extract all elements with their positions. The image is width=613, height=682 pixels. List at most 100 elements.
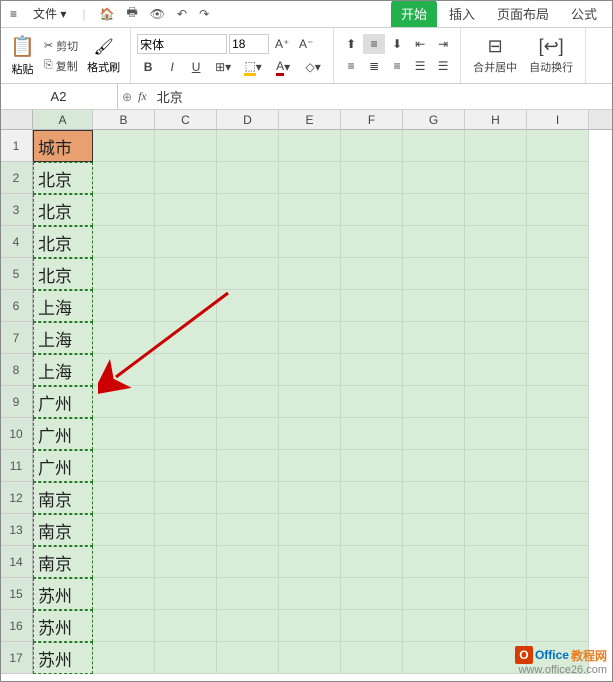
align-bottom-button[interactable]: ⬇ bbox=[386, 34, 408, 54]
name-box[interactable]: A2 bbox=[0, 84, 118, 109]
cell[interactable] bbox=[341, 418, 403, 450]
cell[interactable] bbox=[403, 386, 465, 418]
align-center-button[interactable]: ≣ bbox=[363, 56, 385, 76]
cell[interactable] bbox=[403, 546, 465, 578]
col-header-D[interactable]: D bbox=[217, 110, 279, 129]
cell[interactable] bbox=[279, 226, 341, 258]
font-size-select[interactable] bbox=[229, 34, 269, 54]
cell[interactable] bbox=[217, 386, 279, 418]
cell[interactable] bbox=[465, 258, 527, 290]
cell[interactable] bbox=[155, 354, 217, 386]
format-painter-button[interactable]: 🖌 格式刷 bbox=[83, 35, 124, 77]
row-header[interactable]: 8 bbox=[0, 354, 33, 386]
cell[interactable]: 上海 bbox=[33, 290, 93, 322]
tab-formula[interactable]: 公式 bbox=[561, 0, 607, 27]
cell[interactable] bbox=[217, 322, 279, 354]
cell[interactable] bbox=[341, 578, 403, 610]
cell[interactable] bbox=[341, 162, 403, 194]
cell[interactable] bbox=[403, 226, 465, 258]
cell[interactable] bbox=[279, 642, 341, 674]
cell[interactable] bbox=[341, 546, 403, 578]
cell[interactable] bbox=[527, 258, 589, 290]
cell[interactable] bbox=[465, 322, 527, 354]
cell[interactable] bbox=[465, 546, 527, 578]
cell[interactable] bbox=[527, 450, 589, 482]
cell[interactable] bbox=[465, 450, 527, 482]
fill-color-button[interactable]: ⬚▾ bbox=[239, 57, 267, 77]
cell[interactable] bbox=[279, 130, 341, 162]
cell[interactable] bbox=[155, 450, 217, 482]
select-all-corner[interactable] bbox=[0, 110, 33, 129]
cell[interactable] bbox=[279, 578, 341, 610]
undo-icon[interactable]: ↶ bbox=[175, 5, 189, 23]
symbol-button[interactable]: ◇▾ bbox=[299, 57, 327, 77]
cell[interactable]: 北京 bbox=[33, 194, 93, 226]
print-preview-icon[interactable]: 👁 bbox=[148, 5, 167, 23]
cell[interactable]: 上海 bbox=[33, 354, 93, 386]
cell[interactable] bbox=[155, 130, 217, 162]
goto-icon[interactable]: ⊕ bbox=[122, 90, 132, 104]
cell[interactable] bbox=[465, 418, 527, 450]
cell[interactable] bbox=[527, 482, 589, 514]
cell[interactable] bbox=[93, 546, 155, 578]
cell[interactable] bbox=[403, 418, 465, 450]
align-distribute-button[interactable]: ☰ bbox=[432, 56, 454, 76]
cell[interactable] bbox=[279, 354, 341, 386]
cell[interactable] bbox=[527, 354, 589, 386]
home-icon[interactable]: 🏠 bbox=[98, 5, 117, 23]
cell[interactable] bbox=[217, 290, 279, 322]
cell[interactable] bbox=[217, 610, 279, 642]
cell[interactable]: 南京 bbox=[33, 546, 93, 578]
cell[interactable] bbox=[279, 258, 341, 290]
cell[interactable] bbox=[217, 450, 279, 482]
formula-input[interactable] bbox=[151, 84, 613, 109]
cell[interactable] bbox=[279, 514, 341, 546]
cell[interactable] bbox=[155, 418, 217, 450]
col-header-G[interactable]: G bbox=[403, 110, 465, 129]
cell[interactable] bbox=[279, 162, 341, 194]
cut-button[interactable]: ✂剪切 bbox=[41, 37, 81, 55]
cell[interactable] bbox=[217, 162, 279, 194]
file-menu[interactable]: 文件 ▾ bbox=[29, 3, 70, 24]
col-header-F[interactable]: F bbox=[341, 110, 403, 129]
cell[interactable] bbox=[155, 610, 217, 642]
cell[interactable] bbox=[403, 130, 465, 162]
cell[interactable] bbox=[341, 354, 403, 386]
tab-start[interactable]: 开始 bbox=[391, 0, 437, 27]
cell[interactable] bbox=[403, 322, 465, 354]
col-header-E[interactable]: E bbox=[279, 110, 341, 129]
cell[interactable] bbox=[527, 130, 589, 162]
row-header[interactable]: 11 bbox=[0, 450, 33, 482]
cell[interactable] bbox=[403, 482, 465, 514]
row-header[interactable]: 3 bbox=[0, 194, 33, 226]
cell[interactable] bbox=[527, 546, 589, 578]
cell[interactable] bbox=[527, 418, 589, 450]
cell[interactable] bbox=[217, 642, 279, 674]
cell[interactable] bbox=[217, 194, 279, 226]
merge-center-button[interactable]: ⊟ 合并居中 bbox=[467, 34, 523, 77]
cell[interactable] bbox=[217, 578, 279, 610]
cell[interactable] bbox=[465, 514, 527, 546]
cell[interactable] bbox=[155, 194, 217, 226]
cell[interactable] bbox=[93, 578, 155, 610]
cell[interactable]: 北京 bbox=[33, 258, 93, 290]
cell[interactable] bbox=[155, 322, 217, 354]
cell[interactable] bbox=[279, 450, 341, 482]
cell[interactable]: 北京 bbox=[33, 162, 93, 194]
increase-indent-button[interactable]: ⇥ bbox=[432, 34, 454, 54]
align-middle-button[interactable]: ≡ bbox=[363, 34, 385, 54]
cell[interactable] bbox=[527, 514, 589, 546]
cell[interactable]: 苏州 bbox=[33, 610, 93, 642]
cell[interactable] bbox=[279, 482, 341, 514]
col-header-H[interactable]: H bbox=[465, 110, 527, 129]
cell[interactable]: 广州 bbox=[33, 386, 93, 418]
cell[interactable] bbox=[155, 546, 217, 578]
cell[interactable] bbox=[341, 514, 403, 546]
cell[interactable] bbox=[465, 354, 527, 386]
cell[interactable] bbox=[341, 642, 403, 674]
cell[interactable] bbox=[403, 450, 465, 482]
cell[interactable] bbox=[527, 226, 589, 258]
cell[interactable] bbox=[155, 226, 217, 258]
cell[interactable] bbox=[279, 610, 341, 642]
row-header[interactable]: 15 bbox=[0, 578, 33, 610]
